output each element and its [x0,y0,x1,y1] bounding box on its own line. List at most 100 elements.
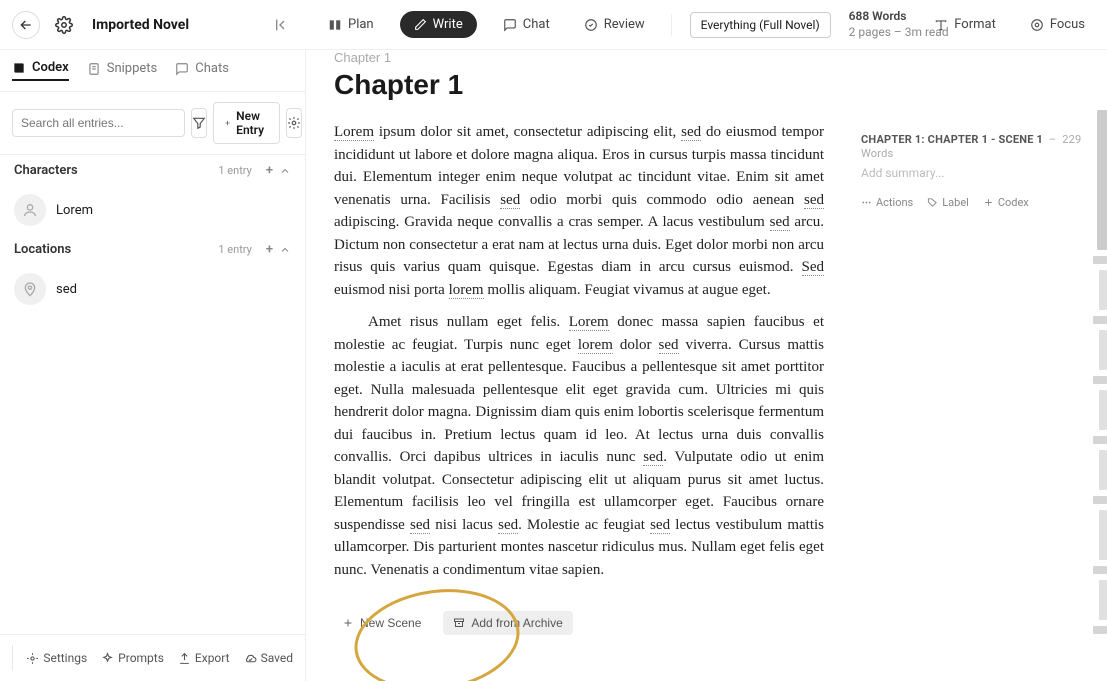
footer-prompts-label: Prompts [118,651,164,665]
write-label: Write [433,17,463,32]
collapse-sidebar-button[interactable] [270,13,294,37]
scene-actions: New Scene Add from Archive [334,611,824,635]
tab-snippets[interactable]: Snippets [87,60,158,81]
chat-label: Chat [523,17,550,32]
chat-button[interactable]: Chat [495,11,558,38]
settings-gear-button[interactable] [50,11,78,39]
sidebar-tabs: Codex Snippets Chats [0,50,305,92]
sidebar: Codex Snippets Chats New Entry [0,50,306,681]
footer-export[interactable]: Export [178,651,230,665]
chats-icon [175,62,189,76]
review-label: Review [604,17,645,32]
format-button[interactable]: Format [926,11,1004,38]
add-from-archive-button[interactable]: Add from Archive [443,611,572,635]
topbar: Imported Novel Plan Write Chat Review Ev… [0,0,1107,50]
paragraph-1[interactable]: Lorem ipsum dolor sit amet, consectetur … [334,121,824,301]
entry-character-lorem[interactable]: Lorem [0,186,305,234]
add-location-button[interactable]: + [266,242,273,257]
footer-prompts[interactable]: Prompts [101,651,164,665]
entry-label: sed [56,282,77,297]
tab-snippets-label: Snippets [107,61,158,76]
sparkle-icon [101,652,114,665]
panel-collapse-icon [274,17,290,33]
snippets-icon [87,62,101,76]
new-scene-label: New Scene [360,616,421,630]
format-label: Format [954,17,996,32]
plus-icon [224,117,231,129]
filter-button[interactable] [191,108,207,138]
footer-settings[interactable]: Settings [26,651,87,665]
gear-icon [55,16,73,34]
focus-icon [1030,18,1044,32]
new-entry-button[interactable]: New Entry [213,102,280,144]
footer-settings-label: Settings [43,651,87,665]
tab-chats[interactable]: Chats [175,60,229,81]
filter-icon [192,116,206,130]
write-button[interactable]: Write [400,11,477,38]
tag-icon [927,197,938,208]
search-input[interactable] [12,109,185,137]
export-icon [178,652,191,665]
format-icon [934,18,948,32]
entry-label: Lorem [56,203,93,218]
gear-icon [287,116,301,130]
add-character-button[interactable]: + [266,163,273,178]
chevron-up-icon [279,165,291,177]
search-row: New Entry [0,92,305,155]
footer-export-label: Export [195,651,230,665]
tab-codex[interactable]: Codex [12,60,69,81]
dots-icon [861,197,872,208]
collapse-characters-button[interactable] [279,165,291,177]
location-avatar [14,273,46,305]
tab-codex-label: Codex [32,60,69,75]
label-button[interactable]: Label [927,196,969,209]
plan-label: Plan [348,17,374,32]
footer-saved[interactable]: Saved [244,651,293,665]
review-button[interactable]: Review [576,11,653,38]
character-avatar [14,194,46,226]
actions-menu[interactable]: Actions [861,196,913,209]
focus-label: Focus [1050,17,1085,32]
summary-input[interactable]: Add summary... [861,166,1095,180]
scene-controls: Actions Label Codex [861,196,1095,209]
editor-area[interactable]: Chapter 1 Chapter 1 Lorem ipsum dolor si… [306,50,849,681]
document-title: Imported Novel [92,17,189,33]
back-button[interactable] [12,11,40,39]
collapse-locations-button[interactable] [279,244,291,256]
right-panel: CHAPTER 1: CHAPTER 1 - SCENE 1 – 229 Wor… [849,50,1107,681]
chat-icon [503,18,517,32]
section-characters-count: 1 entry [218,164,251,177]
entry-location-sed[interactable]: sed [0,265,305,313]
footer-saved-label: Saved [261,651,293,665]
plan-icon [328,18,342,32]
section-characters-title: Characters [14,163,78,178]
pin-icon [22,281,38,297]
pencil-icon [414,18,427,31]
plus-icon [983,197,994,208]
minimap[interactable] [1093,110,1107,634]
chapter-label: Chapter 1 [334,50,824,65]
review-icon [584,18,598,32]
codex-settings-button[interactable] [286,108,302,138]
section-locations-count: 1 entry [218,243,251,256]
add-from-archive-label: Add from Archive [471,616,562,630]
tab-chats-label: Chats [195,61,229,76]
section-locations-title: Locations [14,242,71,257]
plan-button[interactable]: Plan [320,11,382,38]
cloud-check-icon [244,652,257,665]
plus-icon [342,617,354,629]
gear-icon [26,652,39,665]
arrow-left-icon [18,17,34,33]
archive-icon [453,617,465,629]
codex-button[interactable]: Codex [983,196,1029,209]
scope-selector[interactable]: Everything (Full Novel) [690,12,831,38]
chevron-up-icon [279,244,291,256]
focus-button[interactable]: Focus [1022,11,1093,38]
main-area: Codex Snippets Chats New Entry [0,50,1107,681]
section-characters-header[interactable]: Characters 1 entry + [0,155,305,186]
book-icon [12,61,26,75]
section-locations-header[interactable]: Locations 1 entry + [0,234,305,265]
paragraph-2[interactable]: Amet risus nullam eget felis. Lorem done… [334,311,824,581]
new-scene-button[interactable]: New Scene [334,611,429,635]
person-icon [22,202,38,218]
